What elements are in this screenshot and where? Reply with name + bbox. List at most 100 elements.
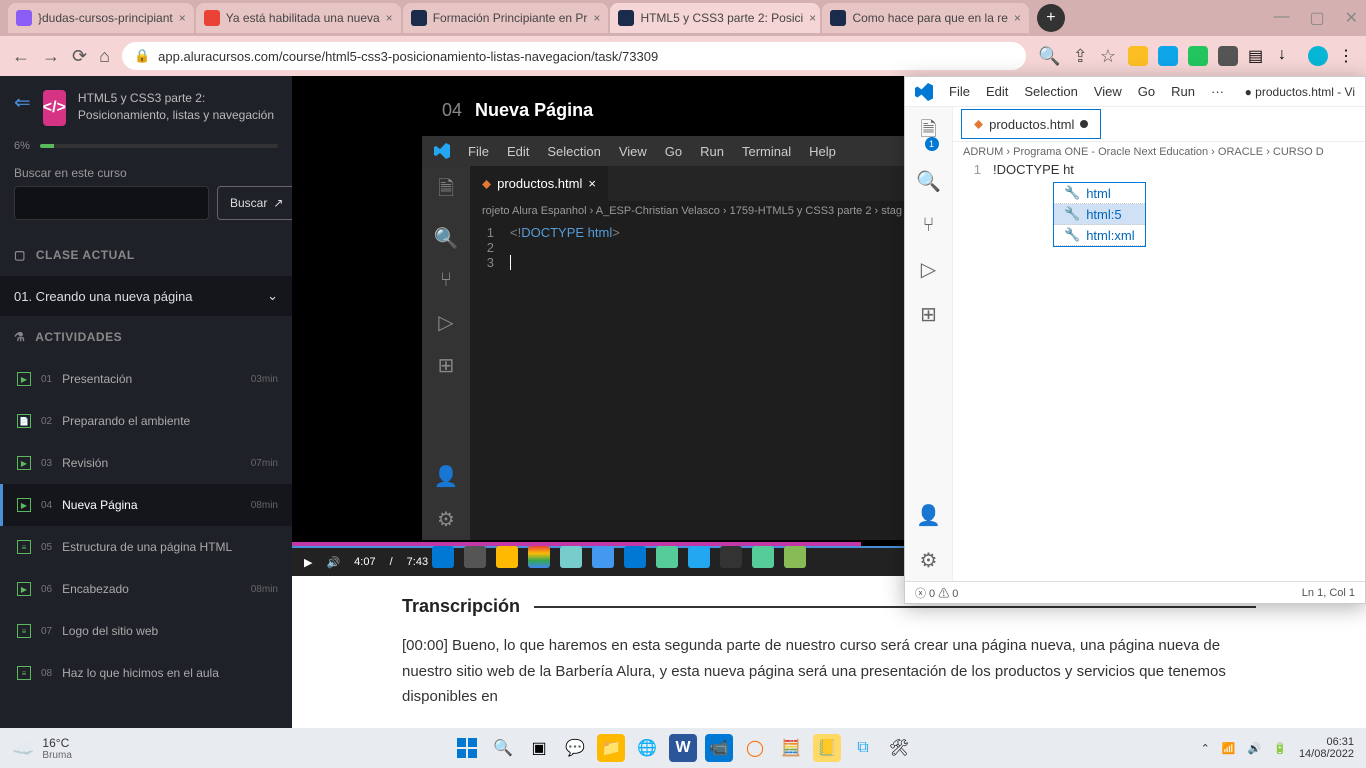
video-current-time: 4:07 — [354, 556, 375, 568]
search-label: Buscar en este curso — [14, 166, 278, 180]
tab-title: HTML5 y CSS3 parte 2: Posici — [640, 11, 803, 25]
app-icon[interactable]: 🛠 — [885, 734, 913, 762]
menu-file[interactable]: File — [949, 84, 970, 99]
clock-date[interactable]: 14/08/2022 — [1299, 748, 1354, 760]
start-button[interactable] — [453, 734, 481, 762]
breadcrumb[interactable]: ADRUM › Programa ONE - Oracle Next Educa… — [953, 142, 1365, 162]
tab-title: Formación Principiante en Pr — [433, 11, 588, 25]
new-tab-button[interactable]: + — [1037, 4, 1065, 32]
activity-duration: 03min — [251, 374, 278, 385]
windows-icon — [432, 546, 454, 568]
reload-button[interactable]: ⟳ — [72, 46, 87, 67]
status-problems[interactable]: ⓧ 0 ⚠ 0 — [915, 585, 958, 601]
activity-type-icon: ≡ — [17, 540, 31, 554]
play-button[interactable]: ▶ — [304, 556, 312, 569]
sidebar-activity-item[interactable]: ▶04Nueva Página08min — [0, 484, 292, 526]
close-icon[interactable]: × — [1014, 11, 1021, 25]
volume-icon[interactable]: 🔊 — [326, 556, 340, 569]
menu-icon[interactable]: ⋮ — [1338, 46, 1354, 66]
explorer-icon[interactable]: 📁 — [597, 734, 625, 762]
sidebar-activity-item[interactable]: ≡08Haz lo que hicimos en el aula — [0, 652, 292, 694]
autocomplete-popup[interactable]: 🔧html 🔧html:5 🔧html:xml — [1053, 182, 1146, 247]
word-icon[interactable]: W — [669, 734, 697, 762]
menu-selection[interactable]: Selection — [1024, 84, 1077, 99]
wifi-icon[interactable]: 📶 — [1222, 742, 1236, 755]
close-icon[interactable]: ✕ — [1345, 8, 1358, 28]
close-icon[interactable]: × — [179, 11, 186, 25]
home-button[interactable]: ⌂ — [99, 46, 110, 67]
course-sidebar: ⇐ </> HTML5 y CSS3 parte 2: Posicionamie… — [0, 76, 292, 728]
extension-icon[interactable] — [1128, 46, 1148, 66]
code-editor[interactable]: 1!DOCTYPE ht 🔧html 🔧html:5 🔧html:xml — [953, 162, 1365, 581]
menu-run[interactable]: Run — [1171, 84, 1195, 99]
menu-go[interactable]: Go — [1138, 84, 1155, 99]
chat-icon[interactable]: 💬 — [561, 734, 589, 762]
sidebar-activity-item[interactable]: ≡07Logo del sitio web — [0, 610, 292, 652]
chevron-up-icon[interactable]: ⌃ — [1201, 742, 1210, 755]
zoom-icon[interactable]: 📹 — [705, 734, 733, 762]
extensions-icon[interactable]: ⊞ — [920, 302, 937, 327]
suggestion-item[interactable]: 🔧html:xml — [1054, 225, 1145, 246]
menu-overflow-icon[interactable]: ··· — [1211, 84, 1224, 99]
account-icon[interactable]: 👤 — [916, 503, 941, 528]
search-icon[interactable]: 🔍 — [916, 169, 941, 194]
chrome-icon[interactable]: 🌐 — [633, 734, 661, 762]
files-icon[interactable]: 🗎1 — [920, 115, 936, 149]
volume-icon[interactable]: 🔊 — [1248, 742, 1262, 755]
search-button[interactable]: Buscar ↗ — [217, 186, 292, 220]
source-control-icon[interactable]: ⑂ — [923, 214, 935, 237]
menu-edit[interactable]: Edit — [986, 84, 1008, 99]
minimize-icon[interactable]: — — [1273, 8, 1289, 28]
downloads-icon[interactable]: ↓ — [1278, 46, 1298, 66]
clock-time[interactable]: 06:31 — [1299, 736, 1354, 748]
suggestion-item-selected[interactable]: 🔧html:5 — [1054, 204, 1145, 225]
sidebar-activity-item[interactable]: ≡05Estructura de una página HTML — [0, 526, 292, 568]
debug-icon[interactable]: ▷ — [921, 257, 936, 282]
taskbar-weather[interactable]: ☁️ 16°CBruma — [12, 736, 72, 761]
star-icon[interactable]: ☆ — [1100, 46, 1116, 67]
profile-avatar[interactable] — [1308, 46, 1328, 66]
vscode-window-overlay[interactable]: File Edit Selection View Go Run ··· ● pr… — [904, 76, 1366, 604]
browser-tab[interactable]: Como hace para que en la re× — [822, 3, 1028, 33]
close-icon[interactable]: × — [386, 11, 393, 25]
browser-tab-active[interactable]: HTML5 y CSS3 parte 2: Posici × — [610, 3, 820, 33]
battery-icon[interactable]: 🔋 — [1273, 742, 1287, 755]
activity-title: Revisión — [62, 456, 108, 470]
calculator-icon[interactable]: 🧮 — [777, 734, 805, 762]
browser-tab[interactable]: Formación Principiante en Pr × — [403, 3, 609, 33]
back-arrow-icon[interactable]: ⇐ — [14, 90, 31, 115]
sidebar-activity-item[interactable]: ▶01Presentación03min — [0, 358, 292, 400]
editor-tab[interactable]: ⬥productos.html — [961, 109, 1101, 139]
taskbar-icon — [496, 546, 518, 568]
sidebar-activity-item[interactable]: ▶06Encabezado08min — [0, 568, 292, 610]
close-icon[interactable]: × — [593, 11, 600, 25]
current-lesson-dropdown[interactable]: 01. Creando una nueva página ⌄ — [0, 276, 292, 316]
suggestion-item[interactable]: 🔧html — [1054, 183, 1145, 204]
reading-list-icon[interactable]: ▤ — [1248, 46, 1268, 66]
menu-view[interactable]: View — [1094, 84, 1122, 99]
back-button[interactable]: ← — [12, 46, 30, 67]
app-icon[interactable]: ◯ — [741, 734, 769, 762]
status-cursor-pos[interactable]: Ln 1, Col 1 — [1302, 587, 1355, 599]
search-icon[interactable]: 🔍 — [489, 734, 517, 762]
browser-tab[interactable]: }dudas-cursos-principiant× — [8, 3, 194, 33]
zoom-icon[interactable]: 🔍 — [1038, 46, 1060, 67]
sidebar-activity-item[interactable]: 📄02Preparando el ambiente — [0, 400, 292, 442]
search-input[interactable] — [14, 186, 209, 220]
sidebar-activity-item[interactable]: ▶03Revisión07min — [0, 442, 292, 484]
menu-selection: Selection — [547, 144, 600, 159]
notes-icon[interactable]: 📒 — [813, 734, 841, 762]
puzzle-icon[interactable] — [1218, 46, 1238, 66]
maximize-icon[interactable]: ▢ — [1309, 8, 1324, 28]
forward-button[interactable]: → — [42, 46, 60, 67]
extension-icon[interactable] — [1188, 46, 1208, 66]
share-icon[interactable]: ⇪ — [1073, 46, 1088, 67]
gear-icon[interactable]: ⚙ — [920, 548, 938, 573]
gear-icon: ⚙ — [437, 507, 455, 532]
task-view-icon[interactable]: ▣ — [525, 734, 553, 762]
extension-icon[interactable] — [1158, 46, 1178, 66]
browser-tab[interactable]: Ya está habilitada una nueva× — [196, 3, 401, 33]
vscode-icon[interactable]: ⧉ — [849, 734, 877, 762]
url-input[interactable]: 🔒 app.aluracursos.com/course/html5-css3-… — [122, 42, 1026, 70]
close-icon[interactable]: × — [809, 11, 816, 25]
